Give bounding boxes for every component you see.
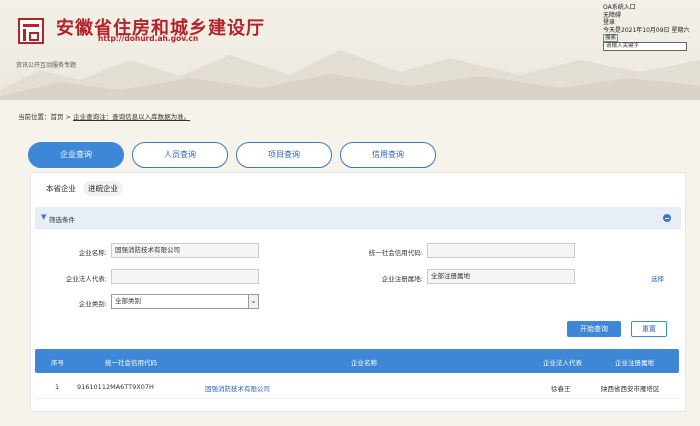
- tab-person-query[interactable]: 人员查询: [132, 142, 228, 168]
- subtabs: 本省企业 进皖企业: [41, 181, 125, 196]
- top-right-links: OA系统入口 无障碍 登录 今天是2021年10月09日 星期六 搜索 请输入关…: [603, 4, 689, 51]
- filter-icon: ▼: [41, 213, 47, 221]
- tab-credit-query[interactable]: 信用查询: [340, 142, 436, 168]
- table-row: 1 91610112MA6TT9X07H 固强消防技术有限公司 徐春王 陕西省西…: [35, 375, 679, 399]
- collapse-icon[interactable]: [663, 214, 671, 222]
- query-panel: 本省企业 进皖企业 ▼ 筛选条件 企业名称: 固强消防技术有限公司 统一社会信用代…: [30, 172, 686, 412]
- col-header-company-name: 企业名称: [351, 359, 377, 367]
- chevron-down-icon: ⌄: [248, 295, 258, 308]
- login-link[interactable]: 登录: [603, 19, 689, 27]
- site-header: 安徽省住房和城乡建设厅 http://dohurd.ah.gov.cn 资讯公开…: [0, 0, 700, 100]
- category-label: 企业类别:: [78, 300, 107, 308]
- cell-company-name-link[interactable]: 固强消防技术有限公司: [205, 383, 270, 393]
- credit-code-label: 统一社会信用代码:: [368, 249, 423, 257]
- col-header-index: 序号: [51, 359, 64, 367]
- tab-project-query[interactable]: 项目查询: [236, 142, 332, 168]
- region-input[interactable]: 全部注册属地: [427, 269, 575, 284]
- col-header-region: 企业注册属地: [615, 359, 654, 367]
- region-label: 企业注册属地:: [381, 275, 423, 283]
- tab-company-query[interactable]: 企业查询: [28, 142, 124, 168]
- company-name-label: 企业名称:: [78, 249, 107, 257]
- breadcrumb-home[interactable]: 首页: [51, 113, 64, 121]
- logo-icon[interactable]: [18, 18, 44, 44]
- top-search-button[interactable]: 搜索: [603, 34, 619, 42]
- oa-link[interactable]: OA系统入口: [603, 4, 689, 12]
- accessible-link[interactable]: 无障碍: [603, 12, 689, 20]
- reset-button[interactable]: 重置: [631, 321, 667, 337]
- filter-title: 筛选条件: [49, 216, 75, 224]
- company-name-input[interactable]: 固强消防技术有限公司: [111, 243, 259, 258]
- breadcrumb: 当前位置：首页 > 企业查询注：查询信息以入库数据为准。: [18, 111, 190, 121]
- breadcrumb-separator: >: [63, 113, 74, 121]
- filter-bar[interactable]: ▼ 筛选条件: [35, 207, 681, 229]
- breadcrumb-prefix: 当前位置：: [18, 113, 51, 121]
- col-header-legal-rep: 企业法人代表: [543, 359, 582, 367]
- subtab-incoming-companies[interactable]: 进皖企业: [83, 181, 123, 196]
- credit-code-input[interactable]: [427, 243, 575, 258]
- legal-rep-label: 企业法人代表:: [65, 275, 107, 283]
- top-search-input[interactable]: 请输入关键字: [603, 42, 687, 51]
- region-select-link[interactable]: 选择: [651, 273, 664, 283]
- date-text: 今天是2021年10月09日 星期六: [603, 26, 690, 34]
- col-header-credit-code: 统一社会信用代码: [105, 359, 157, 367]
- legal-rep-input[interactable]: [111, 269, 259, 284]
- table-header: 序号 统一社会信用代码 企业名称 企业法人代表 企业注册属地: [35, 349, 679, 373]
- category-select-value: 全部类别: [115, 297, 141, 305]
- site-url: http://dohurd.ah.gov.cn: [98, 34, 199, 43]
- search-button[interactable]: 开始查询: [567, 321, 621, 337]
- subtab-local-companies[interactable]: 本省企业: [41, 181, 81, 196]
- service-tag[interactable]: 资讯公开互动服务专题: [16, 60, 76, 69]
- category-select[interactable]: 全部类别 ⌄: [111, 294, 259, 309]
- breadcrumb-current[interactable]: 企业查询: [73, 113, 99, 121]
- cell-index: 1: [55, 383, 60, 391]
- cell-credit-code: 91610112MA6TT9X07H: [77, 383, 154, 391]
- cell-legal-rep: 徐春王: [551, 385, 571, 393]
- cell-region: 陕西省西安市雁塔区: [601, 385, 660, 393]
- breadcrumb-note: 注：查询信息以入库数据为准。: [99, 113, 191, 121]
